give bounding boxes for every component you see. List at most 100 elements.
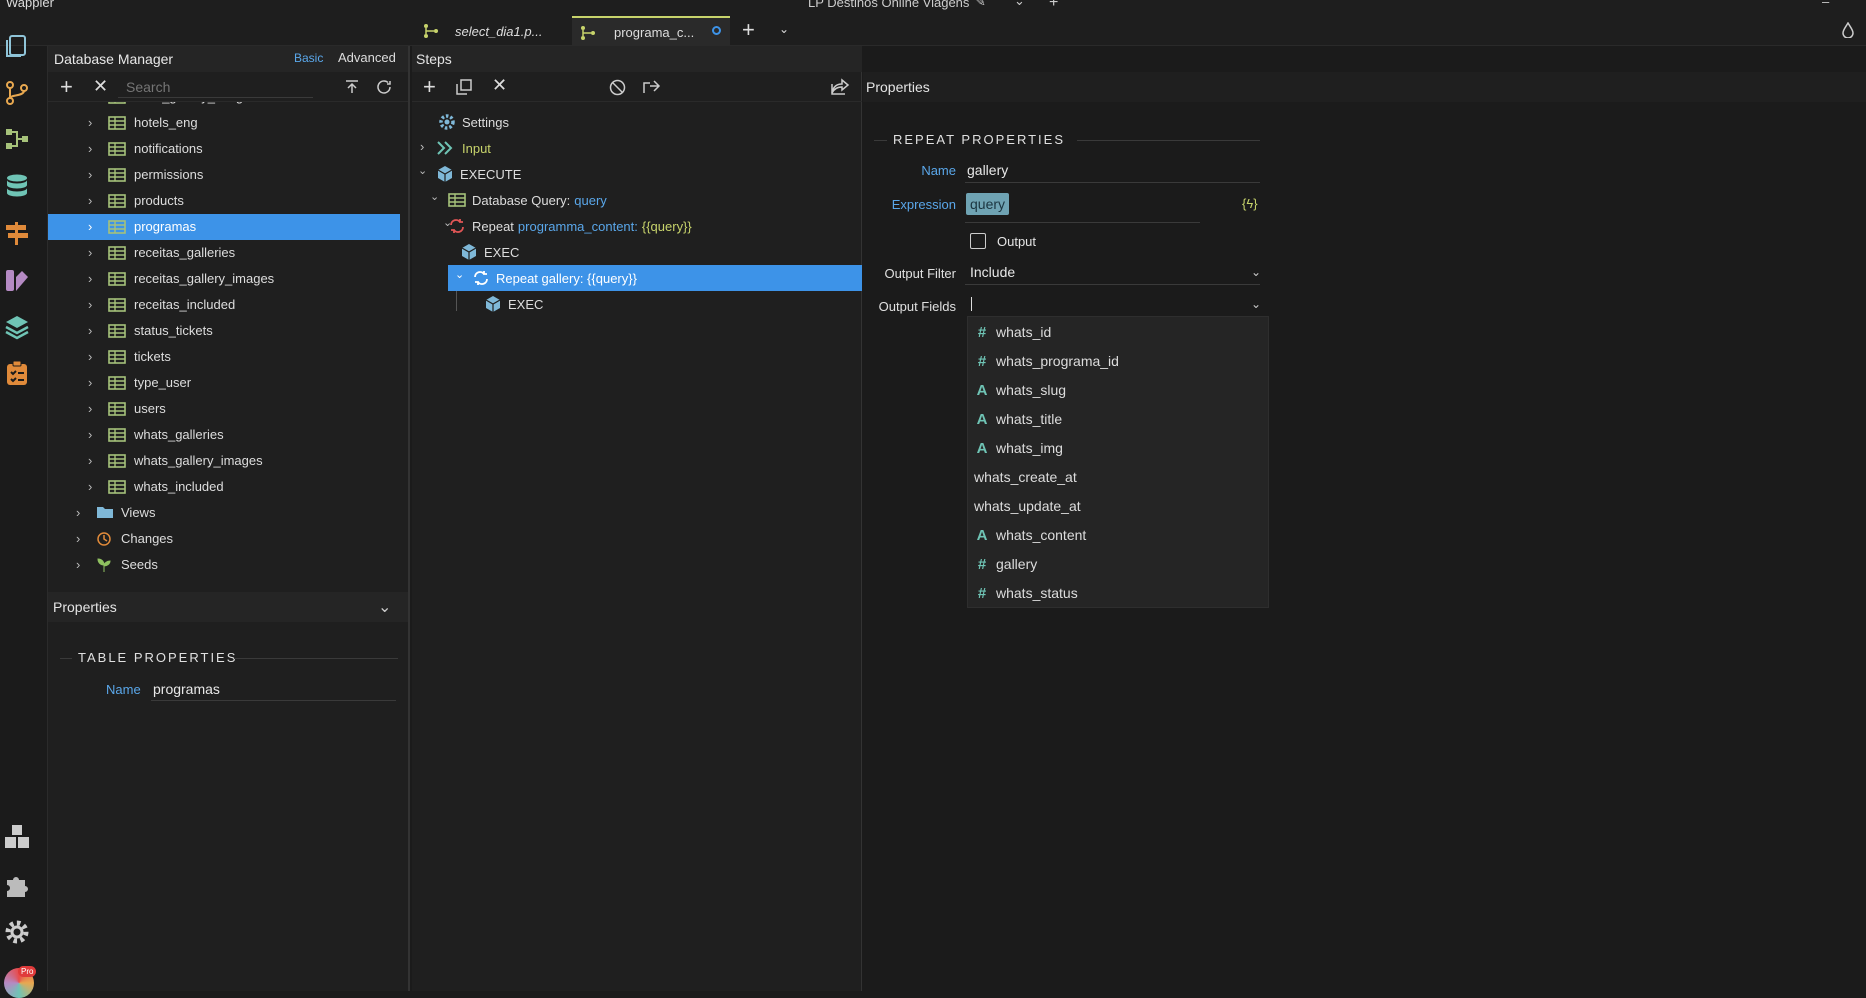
chevron-right-icon[interactable]: › [88,349,98,364]
mode-basic-toggle[interactable]: Basic [294,51,323,65]
field-option[interactable]: # gallery [974,551,1037,577]
refresh-icon[interactable] [375,78,393,96]
table-row[interactable]: › type_user [48,370,400,396]
data-picker-icon[interactable]: {ϟ} [1242,196,1258,211]
server-connect-icon[interactable] [4,126,30,152]
field-option[interactable]: Awhats_content [974,522,1087,548]
step-repeat-gallery[interactable]: Repeat gallery: {{query}} [472,265,637,291]
puzzle-icon[interactable] [4,872,30,898]
chevron-right-icon[interactable]: › [88,453,98,468]
chevron-right-icon[interactable]: › [88,167,98,182]
layers-icon[interactable] [4,314,30,340]
properties-section-header[interactable]: Properties ⌄ [48,592,408,622]
export-icon[interactable] [643,79,661,95]
table-row[interactable]: › tickets [48,344,400,370]
table-name-value[interactable]: programas [153,681,220,697]
chevron-down-icon[interactable]: ⌄ [1014,0,1025,9]
chevron-right-icon[interactable]: › [88,115,98,130]
field-option[interactable]: Awhats_title [974,406,1063,432]
field-option[interactable]: Awhats_img [974,435,1063,461]
chevron-right-icon[interactable]: › [88,219,98,234]
settings-gear-icon[interactable] [4,919,30,945]
group-views[interactable]: › Views [48,500,400,526]
chevron-right-icon[interactable]: › [88,479,98,494]
field-option[interactable]: whats_create_at [974,464,1077,490]
step-input[interactable]: Input [436,135,491,161]
table-row[interactable]: › notifications [48,136,400,162]
table-row[interactable]: › permissions [48,162,400,188]
select-chevron-icon[interactable]: ⌄ [1251,297,1261,311]
chevron-right-icon[interactable]: › [88,427,98,442]
edit-icon[interactable]: ✎ [975,0,986,10]
add-icon[interactable]: + [60,74,73,100]
chevron-right-icon[interactable]: › [88,297,98,312]
chevron-right-icon[interactable]: › [88,193,98,208]
extensions-icon[interactable] [4,824,30,850]
name-field[interactable]: gallery [967,162,1008,178]
select-chevron-icon[interactable]: ⌄ [1251,265,1261,279]
table-row[interactable]: › whats_included [48,474,400,500]
chevron-right-icon[interactable]: › [88,375,98,390]
add-tab-icon[interactable]: + [742,17,755,43]
table-row[interactable]: › receitas_included [48,292,400,318]
search-input[interactable] [118,76,313,98]
table-row[interactable]: ›hotel_gallery_images [48,102,400,110]
upload-icon[interactable] [344,79,360,95]
step-execute[interactable]: EXECUTE [436,161,521,187]
chevron-right-icon[interactable]: › [76,557,86,572]
delete-step-icon[interactable]: ✕ [492,75,507,96]
table-row[interactable]: › products [48,188,400,214]
chevron-right-icon[interactable]: › [88,401,98,416]
table-row[interactable]: › whats_galleries [48,422,400,448]
drop-icon[interactable] [1842,22,1854,38]
git-icon[interactable] [4,80,30,106]
table-row[interactable]: › programas [48,214,400,240]
step-database-query[interactable]: Database Query: query [448,187,607,213]
tabs-dropdown-icon[interactable]: ⌄ [779,22,789,36]
table-row[interactable]: › whats_gallery_images [48,448,400,474]
chevron-right-icon[interactable]: › [88,245,98,260]
files-icon[interactable] [4,32,30,58]
close-icon[interactable]: ✕ [93,76,108,97]
step-repeat-programma[interactable]: Repeat programma_content: {{query}} [448,213,692,239]
chevron-down-icon[interactable]: ⌄ [418,164,427,177]
disable-icon[interactable] [609,79,626,96]
chevron-right-icon[interactable]: › [420,139,424,154]
chevron-down-icon[interactable]: ⌄ [455,268,464,281]
design-icon[interactable] [4,267,30,293]
chevron-right-icon[interactable]: › [88,141,98,156]
routing-icon[interactable] [4,220,30,246]
field-option[interactable]: Awhats_slug [974,377,1066,403]
chevron-down-icon[interactable]: ⌄ [430,190,439,203]
table-row[interactable]: › receitas_gallery_images [48,266,400,292]
add-project-icon[interactable]: + [1049,0,1058,12]
step-exec[interactable]: EXEC [460,239,519,265]
tasks-icon[interactable] [4,360,30,386]
table-row[interactable]: › hotels_eng [48,110,400,136]
share-icon[interactable] [830,78,850,96]
chevron-down-icon[interactable]: ⌄ [443,216,452,229]
copy-icon[interactable] [456,79,472,95]
field-option[interactable]: whats_update_at [974,493,1081,519]
table-row[interactable]: › status_tickets [48,318,400,344]
mode-advanced-toggle[interactable]: Advanced [338,50,396,65]
output-filter-select[interactable]: Include [970,264,1015,280]
table-row[interactable]: › users [48,396,400,422]
step-settings[interactable]: Settings [438,109,509,135]
group-seeds[interactable]: › Seeds [48,552,400,578]
tab-select-dia1[interactable]: select_dia1.p... [415,16,570,46]
collapse-chevron-icon[interactable]: ⌄ [378,597,391,617]
field-option[interactable]: # whats_status [974,580,1078,606]
chevron-right-icon[interactable]: › [76,531,86,546]
tab-programa-content[interactable]: programa_c... [572,16,730,46]
chevron-right-icon[interactable]: › [88,323,98,338]
minimize-icon[interactable]: – [1822,0,1829,9]
field-option[interactable]: # whats_id [974,319,1051,345]
table-row[interactable]: › receitas_galleries [48,240,400,266]
chevron-right-icon[interactable]: › [88,271,98,286]
output-checkbox[interactable] [970,233,986,249]
add-step-icon[interactable]: + [423,74,436,100]
chevron-right-icon[interactable]: › [76,505,86,520]
expression-token[interactable]: query [966,193,1010,215]
output-fields-input[interactable] [971,297,972,311]
